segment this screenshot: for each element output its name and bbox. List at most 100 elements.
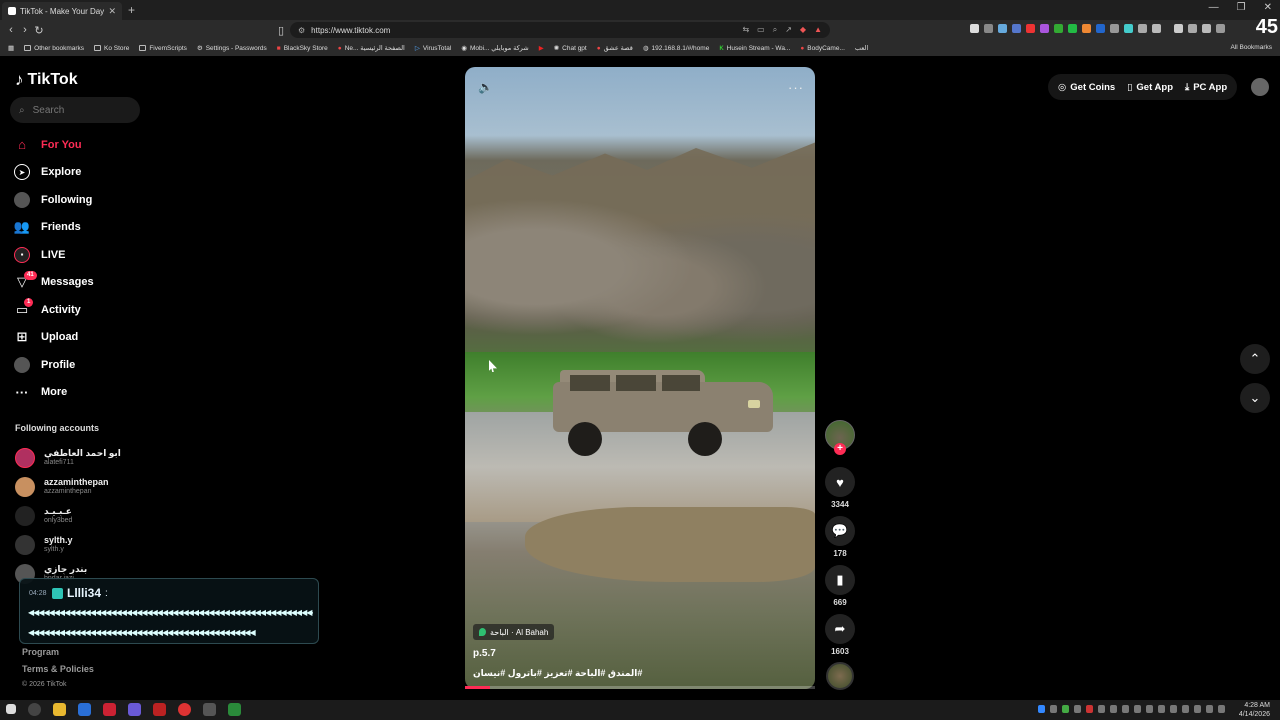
minimize-icon[interactable]: — xyxy=(1209,2,1219,13)
extension-icon[interactable] xyxy=(998,24,1007,33)
volume-tray-icon[interactable] xyxy=(1218,705,1225,713)
app-icon[interactable] xyxy=(153,703,166,716)
music-disc-icon[interactable] xyxy=(826,662,854,690)
chrome-icon[interactable] xyxy=(178,703,191,716)
browser-icon[interactable] xyxy=(103,703,116,716)
address-bar[interactable]: ⚙ https://www.tiktok.com ⇆ ▭ ⌕ ↗ ◆ ▲ xyxy=(290,22,830,38)
comment-action[interactable]: 💬 178 xyxy=(823,516,857,558)
extension-icon[interactable] xyxy=(1026,24,1035,33)
nav-live[interactable]: ▪ LIVE xyxy=(14,241,184,269)
share-action[interactable]: ➦ 1603 xyxy=(823,614,857,656)
wifi-icon[interactable] xyxy=(1206,705,1213,713)
nav-more[interactable]: ··· More xyxy=(14,379,184,407)
bookmark-item[interactable]: ▶ xyxy=(539,44,544,52)
nav-activity[interactable]: ▭ 1 Activity xyxy=(14,296,184,324)
footer-link[interactable]: Program xyxy=(22,647,94,664)
tray-icon[interactable] xyxy=(1050,705,1057,713)
following-account[interactable]: عـبـيـد only3bed xyxy=(15,501,121,530)
bookmark-item[interactable]: ✺ Chat gpt xyxy=(554,44,587,53)
zoom-icon[interactable]: ⌕ xyxy=(773,25,777,35)
tray-icon[interactable] xyxy=(1146,705,1153,713)
start-icon[interactable] xyxy=(6,704,16,714)
maximize-icon[interactable]: ❐ xyxy=(1237,2,1246,13)
extension-icon[interactable] xyxy=(1082,24,1091,33)
extension-icon[interactable] xyxy=(1054,24,1063,33)
follow-plus-icon[interactable]: + xyxy=(834,443,846,455)
get-coins-button[interactable]: ◎ Get Coins xyxy=(1058,82,1115,93)
bookmark-item[interactable]: FivemScripts xyxy=(139,45,187,52)
back-icon[interactable]: ‹ xyxy=(4,24,18,36)
tray-icon[interactable] xyxy=(1158,705,1165,713)
site-info-icon[interactable]: ⚙ xyxy=(298,26,305,35)
share-icon[interactable]: ↗ xyxy=(785,25,792,35)
bookmark-item[interactable]: ● Ne... الصفحة الرئيسية xyxy=(338,44,405,53)
extension-icon[interactable] xyxy=(1110,24,1119,33)
extension-icon[interactable] xyxy=(1096,24,1105,33)
extension-icon[interactable] xyxy=(1040,24,1049,33)
tiktok-logo[interactable]: ♪ TikTok xyxy=(15,70,78,90)
discord-icon[interactable] xyxy=(128,703,141,716)
bookmark-item[interactable]: K Husein Stream - Wa... xyxy=(719,45,790,52)
nav-explore[interactable]: ➤ Explore xyxy=(14,159,184,187)
steam-icon[interactable] xyxy=(203,703,216,716)
tray-icon[interactable] xyxy=(1098,705,1105,713)
close-tab-icon[interactable]: ✕ xyxy=(108,6,116,17)
shield-icon[interactable]: ◆ xyxy=(800,25,806,35)
bookmark-item[interactable]: Ko Store xyxy=(94,45,129,52)
video-hashtags[interactable]: #المندق #الباحة #تعزيز #باترول #نيسان xyxy=(473,668,813,679)
extensions-puzzle-icon[interactable] xyxy=(1138,24,1147,33)
downloads-icon[interactable] xyxy=(1152,24,1161,33)
next-video-button[interactable]: ⌄ xyxy=(1240,383,1270,413)
tray-icon[interactable] xyxy=(1122,705,1129,713)
previous-video-button[interactable]: ⌃ xyxy=(1240,344,1270,374)
footer-link[interactable]: Terms & Policies xyxy=(22,664,94,681)
extension-icon[interactable] xyxy=(1124,24,1133,33)
telegram-icon[interactable] xyxy=(78,703,91,716)
tray-icon[interactable] xyxy=(1086,705,1093,713)
tray-icon[interactable] xyxy=(1038,705,1045,713)
like-action[interactable]: ♥ 3344 xyxy=(823,467,857,509)
bookmark-star-icon[interactable]: ▯ xyxy=(274,24,288,37)
bookmark-item[interactable]: ⚙ Settings - Passwords xyxy=(197,44,267,53)
nav-upload[interactable]: ⊞ Upload xyxy=(14,324,184,352)
following-account[interactable]: azzaminthepan azzaminthepan xyxy=(15,472,121,501)
nav-messages[interactable]: ▽ 41 Messages xyxy=(14,269,184,297)
bookmark-icon[interactable]: ▮ xyxy=(825,565,855,595)
more-options-icon[interactable]: ··· xyxy=(788,80,804,95)
terminal-icon[interactable] xyxy=(228,703,241,716)
pc-app-button[interactable]: ⤓ PC App xyxy=(1185,82,1227,93)
bookmark-item[interactable]: العب xyxy=(855,44,868,52)
tray-icon[interactable] xyxy=(1134,705,1141,713)
share-arrow-icon[interactable]: ➦ xyxy=(825,614,855,644)
browser-tab[interactable]: TikTok - Make Your Day ✕ xyxy=(2,2,122,20)
tray-icon[interactable] xyxy=(1182,705,1189,713)
video-player[interactable] xyxy=(465,67,815,689)
url-text[interactable]: https://www.tiktok.com xyxy=(311,26,390,35)
apps-icon[interactable]: ▦ xyxy=(8,44,14,52)
extension-icon[interactable] xyxy=(1012,24,1021,33)
media-icon[interactable] xyxy=(1174,24,1183,33)
heart-icon[interactable]: ♥ xyxy=(825,467,855,497)
all-bookmarks[interactable]: All Bookmarks xyxy=(1230,44,1272,51)
video-progress-bar[interactable] xyxy=(465,686,815,689)
search-input[interactable]: ⌕ Search xyxy=(10,97,140,123)
following-account[interactable]: sylth.y sylth.y xyxy=(15,530,121,559)
bookmark-item[interactable]: ● قصة عشق xyxy=(597,44,633,53)
profile-icon[interactable] xyxy=(1216,24,1225,33)
tray-icon[interactable] xyxy=(1170,705,1177,713)
location-tag[interactable]: الباحة · Al Bahah xyxy=(473,624,555,640)
sidebar-icon[interactable] xyxy=(1202,24,1211,33)
taskbar-clock[interactable]: 4:28 AM 4/14/2026 xyxy=(1239,701,1270,719)
translate-icon[interactable]: ⇆ xyxy=(742,25,749,35)
nav-for-you[interactable]: ⌂ For You xyxy=(14,131,184,159)
close-window-icon[interactable]: ✕ xyxy=(1264,2,1272,13)
reading-list-icon[interactable] xyxy=(1188,24,1197,33)
forward-icon[interactable]: › xyxy=(18,24,32,36)
warning-icon[interactable]: ▲ xyxy=(814,25,822,35)
bookmark-item[interactable]: Other bookmarks xyxy=(24,45,84,52)
nav-friends[interactable]: 👥 Friends xyxy=(14,214,184,242)
comment-icon[interactable]: 💬 xyxy=(825,516,855,546)
following-account[interactable]: ابو احمد العاطفي alatefi711 xyxy=(15,443,121,472)
tray-icon[interactable] xyxy=(1062,705,1069,713)
nav-profile[interactable]: Profile xyxy=(14,351,184,379)
